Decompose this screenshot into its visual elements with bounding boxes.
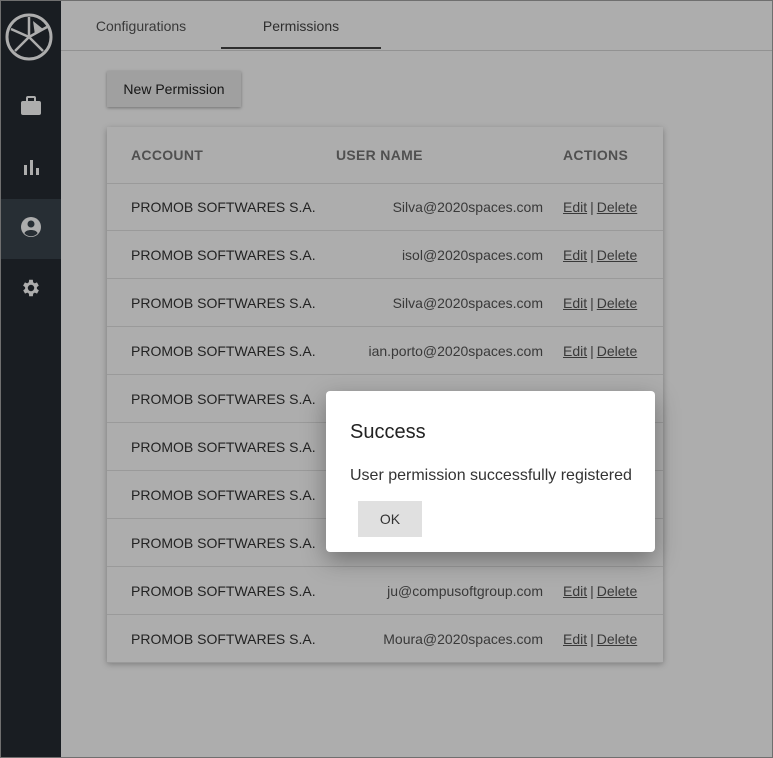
dialog-title: Success: [350, 421, 426, 443]
success-dialog: Success User permission successfully reg…: [326, 391, 655, 552]
dialog-message: User permission successfully registered: [350, 467, 632, 484]
app-window: Configurations Permissions New Permissio…: [0, 0, 773, 758]
modal-backdrop[interactable]: [1, 1, 772, 757]
ok-button[interactable]: OK: [358, 501, 422, 537]
